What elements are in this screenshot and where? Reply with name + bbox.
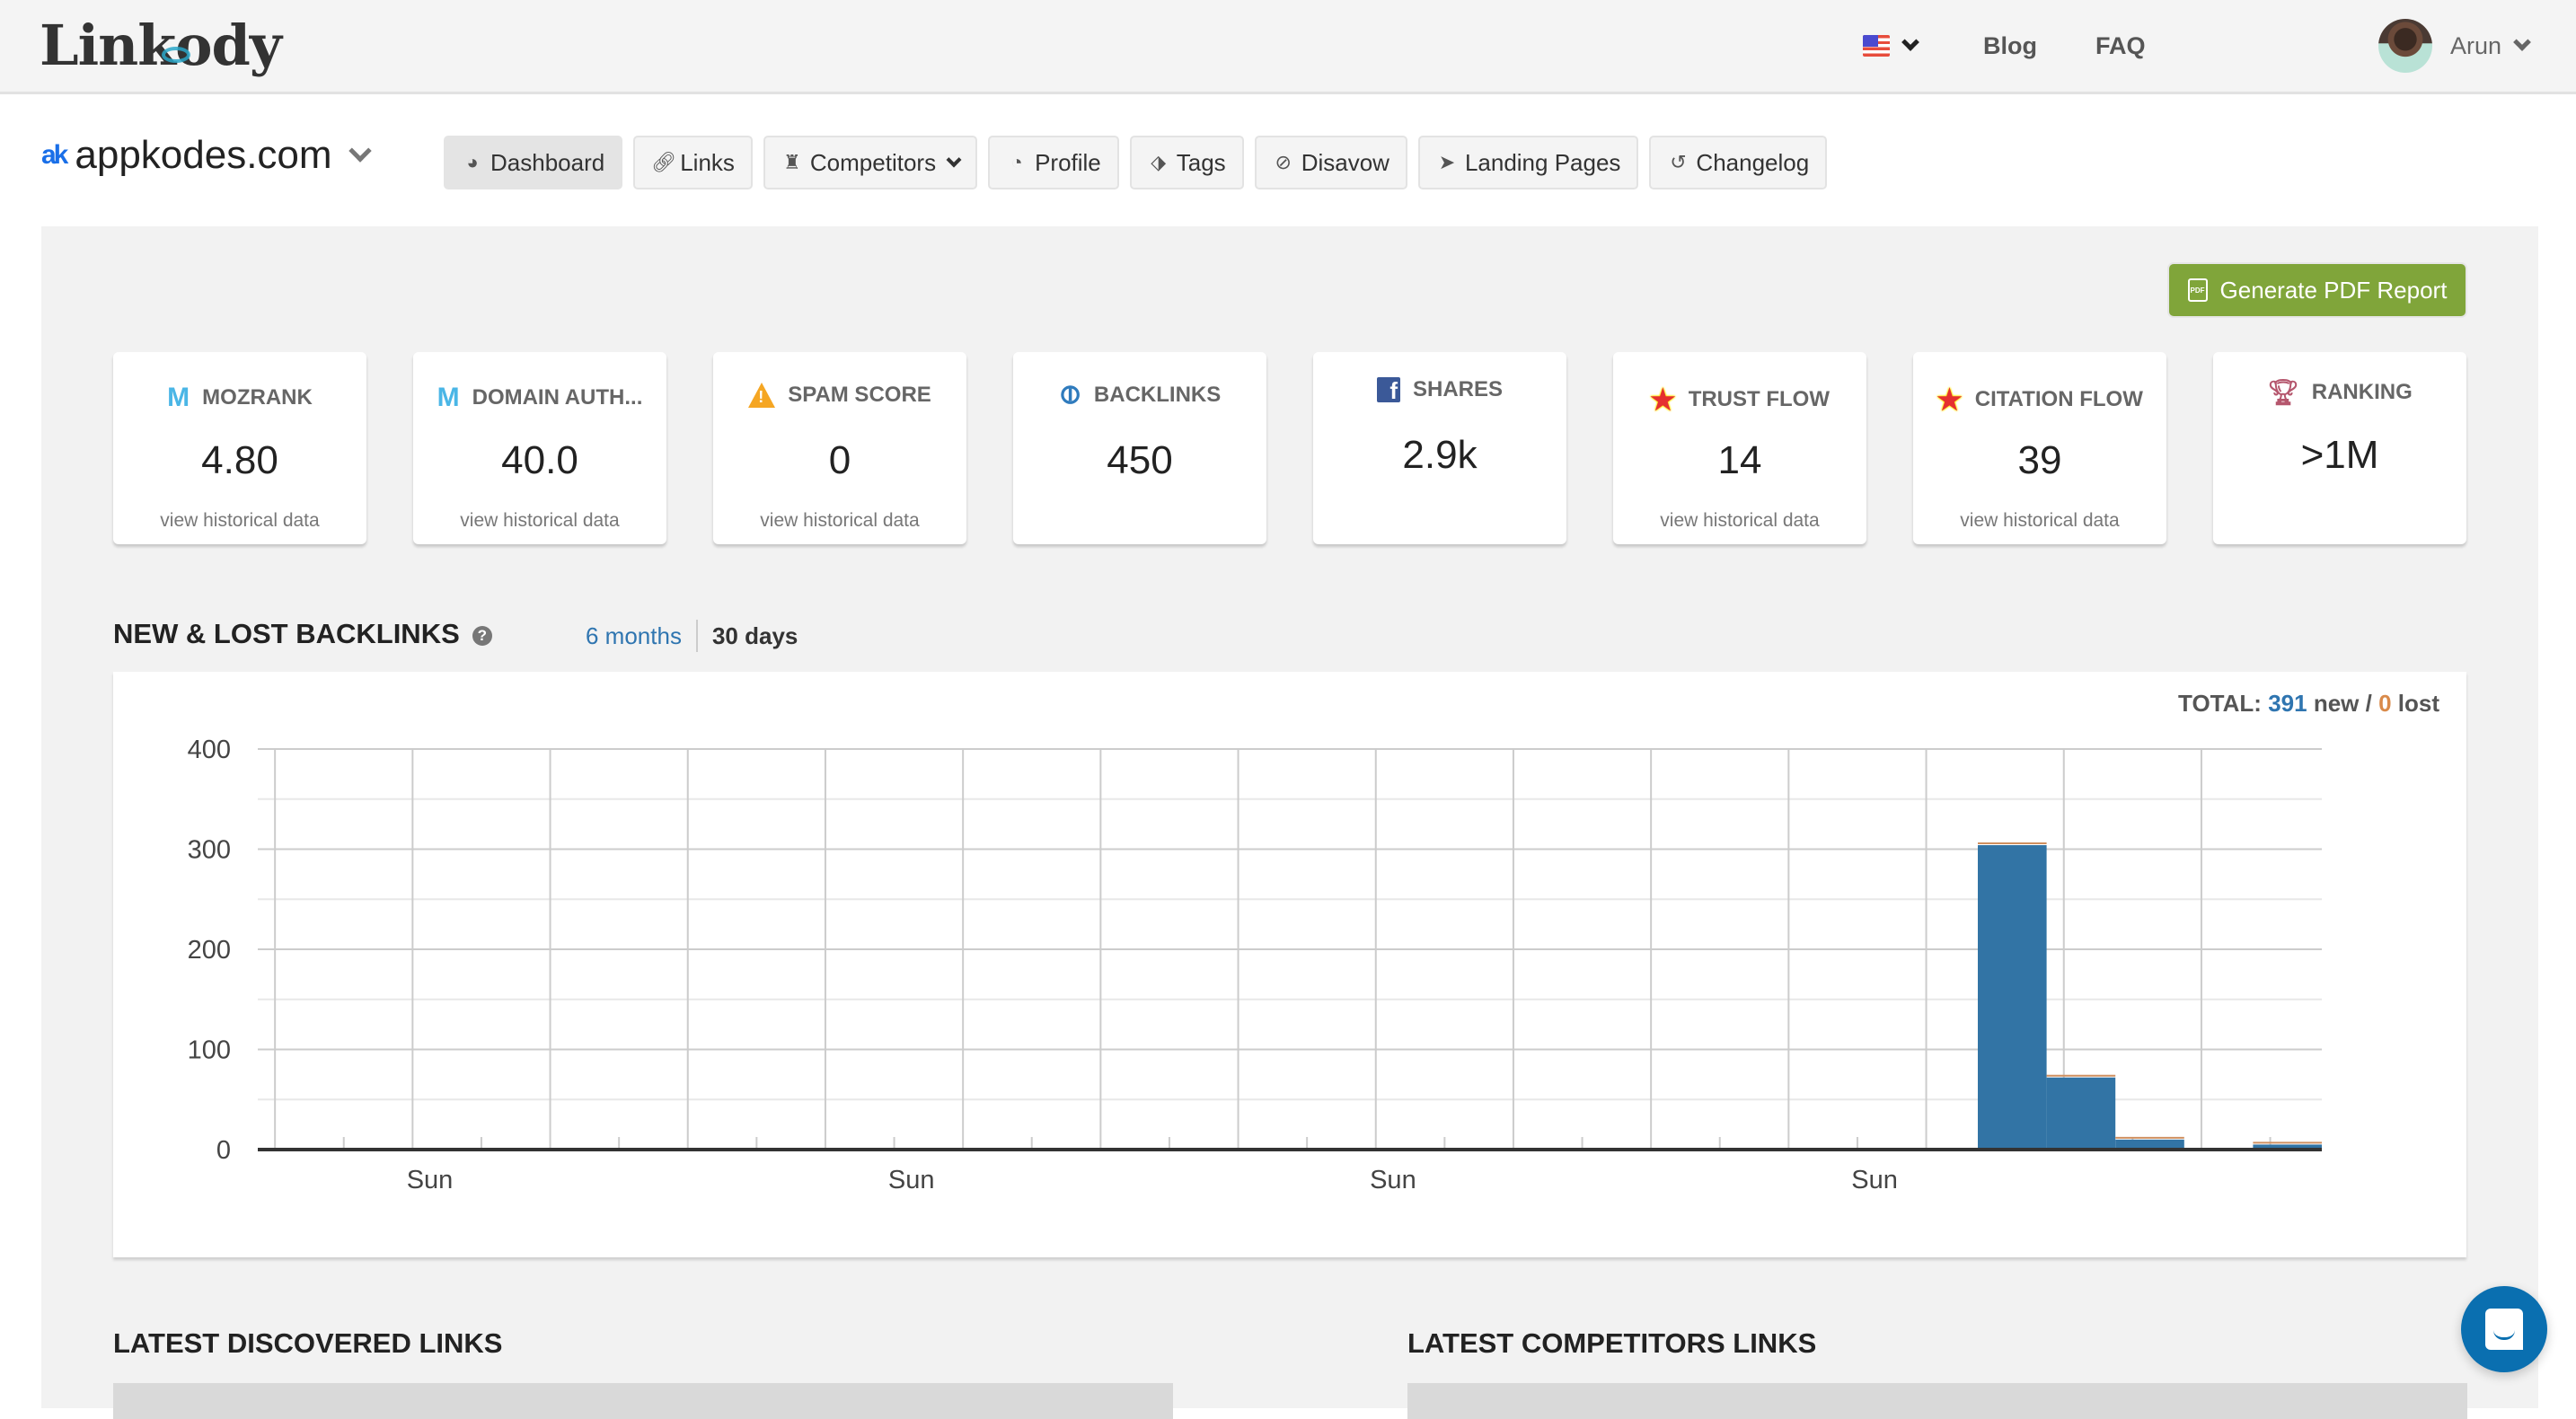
user-menu[interactable]: Arun	[2378, 0, 2531, 92]
metric-card-ranking: 🏆︎ RANKING >1M	[2213, 352, 2466, 544]
metric-card-backlinks: ⊘ BACKLINKS 450	[1013, 352, 1266, 544]
metric-value: 0	[828, 438, 851, 482]
metric-value: 14	[1717, 438, 1762, 482]
linkody-logo[interactable]: Linkody	[40, 13, 282, 78]
tag-icon: ⬗	[1151, 151, 1167, 173]
chevron-down-icon	[946, 152, 962, 168]
moz-icon: M	[437, 383, 460, 412]
rook-icon: ♜	[783, 151, 801, 173]
paper-plane-icon: ➤	[1438, 151, 1456, 173]
discovered-links-table-header	[113, 1383, 1173, 1419]
logo-ring-icon	[162, 47, 190, 63]
help-icon[interactable]: ?	[472, 625, 492, 646]
trophy-icon: 🏆︎	[2267, 378, 2299, 406]
tab-disavow[interactable]: ⊘ Disavow	[1254, 136, 1407, 189]
us-flag-icon	[1863, 35, 1890, 57]
view-historical-data-link[interactable]: view historical data	[713, 510, 966, 532]
tab-links[interactable]: 🔗︎ Links	[633, 136, 753, 189]
x-tick-label: Sun	[407, 1166, 454, 1194]
metric-card-shares: f SHARES 2.9k	[1313, 352, 1566, 544]
faq-link[interactable]: FAQ	[2095, 32, 2146, 60]
star-icon: ★	[1650, 383, 1676, 416]
generate-pdf-report-button[interactable]: PDF Generate PDF Report	[2169, 264, 2466, 316]
range-selector: 6 months 30 days	[586, 620, 798, 652]
metric-card-spam-score: SPAM SCORE 0 view historical data	[713, 352, 966, 544]
star-icon: ★	[1936, 383, 1963, 416]
backlinks-chart-panel: TOTAL: 391 new / 0 lost 0 100 200 300 400 Sun…	[113, 672, 2466, 1257]
avatar	[2378, 19, 2432, 73]
y-tick-label: 300	[188, 836, 231, 865]
metric-value: 450	[1107, 438, 1173, 482]
tab-landing-pages[interactable]: ➤ Landing Pages	[1417, 136, 1639, 189]
domain-name: appkodes.com	[75, 133, 332, 177]
metric-value: 2.9k	[1402, 433, 1478, 477]
chevron-down-icon	[2513, 33, 2531, 51]
backlinks-section-title: NEW & LOST BACKLINKS?	[113, 618, 492, 650]
domain-logo-icon: ak	[41, 140, 68, 170]
metric-card-domain-authority: M DOMAIN AUTH... 40.0 view historical dat…	[413, 352, 666, 544]
metric-value: 4.80	[201, 438, 278, 482]
chevron-down-icon	[348, 139, 372, 163]
y-tick-label: 0	[216, 1136, 231, 1165]
chevron-down-icon	[1901, 33, 1919, 51]
main-nav: ◕ Dashboard 🔗︎ Links ♜ Competitors ◔ Pro…	[444, 136, 1828, 189]
chat-icon	[2485, 1309, 2523, 1350]
link-icon: ⊘	[1051, 375, 1089, 414]
metric-value: 39	[2017, 438, 2062, 482]
ban-icon: ⊘	[1275, 151, 1292, 173]
x-tick-label: Sun	[1851, 1166, 1898, 1194]
pie-chart-icon: ◔	[1010, 151, 1023, 173]
y-tick-label: 400	[188, 736, 231, 764]
tab-dashboard[interactable]: ◕ Dashboard	[444, 136, 623, 189]
top-header: Linkody Blog FAQ Arun	[0, 0, 2576, 94]
bar-new	[1978, 845, 2047, 1150]
link-icon: 🔗︎	[651, 151, 677, 173]
y-tick-label: 100	[188, 1036, 231, 1065]
y-tick-label: 200	[188, 936, 231, 965]
range-6-months[interactable]: 6 months	[586, 622, 682, 650]
x-tick-label: Sun	[888, 1166, 935, 1194]
language-selector[interactable]	[1863, 0, 1919, 92]
tab-competitors[interactable]: ♜ Competitors	[763, 136, 978, 189]
latest-competitors-links-title: LATEST COMPETITORS LINKS	[1407, 1327, 1817, 1359]
x-tick-label: Sun	[1370, 1166, 1416, 1194]
metric-card-trust-flow: ★ TRUST FLOW 14 view historical data	[1613, 352, 1866, 544]
view-historical-data-link[interactable]: view historical data	[1613, 510, 1866, 532]
view-historical-data-link[interactable]: view historical data	[113, 510, 366, 532]
view-historical-data-link[interactable]: view historical data	[413, 510, 666, 532]
range-divider	[695, 620, 698, 652]
tab-changelog[interactable]: ↺ Changelog	[1649, 136, 1828, 189]
domain-selector[interactable]: ak appkodes.com	[41, 133, 372, 178]
metric-card-mozrank: M MOZRANK 4.80 view historical data	[113, 352, 366, 544]
warning-icon	[748, 383, 776, 408]
dashboard-icon: ◕	[466, 151, 479, 173]
tab-profile[interactable]: ◔ Profile	[988, 136, 1119, 189]
chat-button[interactable]	[2461, 1286, 2547, 1372]
metric-value: 40.0	[501, 438, 578, 482]
tab-tags[interactable]: ⬗ Tags	[1129, 136, 1244, 189]
view-historical-data-link[interactable]: view historical data	[1913, 510, 2166, 532]
blog-link[interactable]: Blog	[1983, 32, 2037, 60]
backlinks-bar-chart: 0 100 200 300 400 Sun Sun Sun Sun	[188, 736, 2322, 1194]
facebook-icon: f	[1376, 377, 1400, 402]
range-30-days[interactable]: 30 days	[712, 622, 798, 650]
history-icon: ↺	[1670, 151, 1687, 173]
latest-discovered-links-title: LATEST DISCOVERED LINKS	[113, 1327, 503, 1359]
pdf-icon: PDF	[2187, 278, 2208, 302]
metric-card-citation-flow: ★ CITATION FLOW 39 view historical data	[1913, 352, 2166, 544]
moz-icon: M	[167, 383, 190, 412]
competitors-links-table-header	[1407, 1383, 2467, 1419]
user-name: Arun	[2450, 31, 2502, 59]
bar-new	[2046, 1077, 2116, 1150]
metric-value: >1M	[2300, 433, 2379, 477]
metric-cards: M MOZRANK 4.80 view historical data M DOMA…	[113, 352, 2466, 544]
